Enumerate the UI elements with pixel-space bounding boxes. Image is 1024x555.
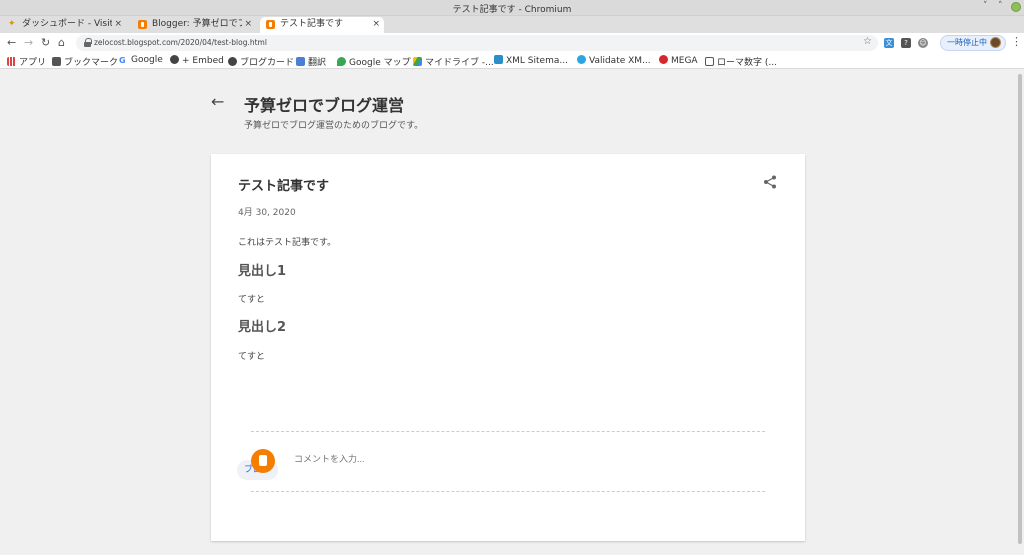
post-date[interactable]: 4月 30, 2020	[238, 205, 296, 218]
back-arrow-icon[interactable]: ←	[211, 92, 224, 111]
share-icon[interactable]	[762, 174, 778, 190]
maps-pin-icon	[337, 57, 346, 66]
bookmark-label: Google マップ	[349, 58, 411, 68]
profile-avatar[interactable]	[990, 37, 1001, 48]
window-title: テスト記事です - Chromium	[452, 5, 572, 15]
blogger-icon	[266, 20, 275, 29]
bookmark-label: マイドライブ -...	[425, 58, 494, 68]
bookmark-label: + Embed	[182, 56, 224, 66]
globe-icon	[228, 57, 237, 66]
bookmark-validate-xml[interactable]: Validate XM...	[577, 55, 651, 66]
globe-icon	[170, 55, 179, 64]
bookmark-star-icon[interactable]: ☆	[863, 36, 872, 47]
blog-title[interactable]: 予算ゼロでブログ運営	[244, 92, 404, 116]
home-icon[interactable]: ⌂	[58, 36, 65, 49]
browser-toolbar: ← → ↻ ⌂ zelocost.blogspot.com/2020/04/te…	[0, 33, 1024, 53]
globe-icon	[577, 55, 586, 64]
page-content: ← 予算ゼロでブログ運営 予算ゼロでブログ運営のためのブログです。 テスト記事で…	[0, 70, 1016, 555]
translate-extension-icon[interactable]: 文	[884, 38, 894, 48]
close-window-button[interactable]	[1011, 2, 1021, 12]
spark-icon: ✦	[8, 19, 16, 29]
post-heading-2: 見出し2	[238, 320, 287, 335]
doc-icon	[705, 57, 714, 66]
window-titlebar: テスト記事です - Chromium ˅ ˄	[0, 0, 1024, 16]
blogger-icon	[138, 20, 147, 29]
bookmark-label: アプリ	[19, 58, 47, 68]
blog-description: 予算ゼロでブログ運営のためのブログです。	[244, 121, 424, 131]
folder-icon	[52, 57, 61, 66]
bookmark-maps[interactable]: Google マップ	[337, 55, 411, 68]
bookmark-label: ブックマーク	[64, 58, 119, 68]
bookmark-roman-numerals[interactable]: ローマ数字 (...	[705, 55, 777, 68]
bookmark-label: Validate XM...	[589, 56, 651, 66]
translate-icon	[296, 57, 305, 66]
divider	[251, 491, 765, 492]
comment-input[interactable]	[294, 454, 594, 464]
scrollbar-thumb[interactable]	[1018, 74, 1022, 544]
tab-dashboard[interactable]: ✦ ダッシュボード - Visitors ×	[2, 17, 126, 33]
tab-close-icon[interactable]: ×	[244, 17, 252, 32]
bookmark-label: ブログカード	[240, 58, 295, 68]
bookmark-label: Google	[131, 55, 163, 65]
bookmark-folder[interactable]: ブックマーク	[52, 55, 118, 68]
forward-arrow-icon[interactable]: →	[24, 36, 33, 49]
help-extension-icon[interactable]: ?	[901, 38, 911, 48]
bookmark-label: MEGA	[671, 56, 698, 66]
page-scrollbar[interactable]	[1016, 70, 1024, 555]
bookmark-drive[interactable]: マイドライブ -...	[413, 55, 494, 68]
drive-icon	[413, 57, 422, 66]
post-text-2: てすと	[238, 352, 266, 362]
bookmark-label: XML Sitema...	[506, 56, 568, 66]
post-title: テスト記事です	[238, 179, 330, 194]
post-text-1: てすと	[238, 295, 266, 305]
post-intro: これはテスト記事です。	[238, 238, 337, 248]
menu-kebab-icon[interactable]: ⋮	[1011, 35, 1022, 48]
tab-blogger[interactable]: Blogger: 予算ゼロでブログ ×	[132, 17, 256, 33]
bookmark-translate[interactable]: 翻訳	[296, 55, 326, 68]
post-heading-1: 見出し1	[238, 264, 287, 279]
mega-icon	[659, 55, 668, 64]
bookmark-label: ローマ数字 (...	[717, 58, 777, 68]
back-arrow-icon[interactable]: ←	[7, 36, 16, 49]
post-card: テスト記事です 4月 30, 2020 これはテスト記事です。 見出し1 てすと…	[211, 154, 805, 541]
tab-label: Blogger: 予算ゼロでブログ	[152, 19, 242, 29]
bookmark-mega[interactable]: MEGA	[659, 55, 698, 66]
lock-icon	[84, 38, 92, 47]
divider	[251, 431, 765, 432]
reload-icon[interactable]: ↻	[41, 36, 50, 49]
bookmark-apps[interactable]: アプリ	[7, 55, 46, 68]
tab-label: テスト記事です	[280, 19, 344, 29]
bookmark-label: 翻訳	[308, 58, 327, 68]
bookmarks-bar: アプリ ブックマーク G Google + Embed ブログカード 翻訳 Goo…	[0, 53, 1024, 69]
google-icon: G	[119, 56, 128, 65]
minimize-button[interactable]: ˅	[983, 1, 988, 11]
tab-test-post[interactable]: テスト記事です ×	[260, 17, 384, 33]
bookmark-embed[interactable]: + Embed	[170, 55, 224, 66]
extension-icon[interactable]: ☺	[918, 38, 928, 48]
tab-close-icon[interactable]: ×	[114, 17, 122, 32]
address-bar[interactable]: zelocost.blogspot.com/2020/04/test-blog.…	[76, 35, 878, 51]
bookmark-xml-sitemap[interactable]: XML Sitema...	[494, 55, 568, 66]
bookmark-blogcard[interactable]: ブログカード	[228, 55, 294, 68]
maximize-button[interactable]: ˄	[998, 1, 1003, 11]
url-text[interactable]: zelocost.blogspot.com/2020/04/test-blog.…	[94, 38, 267, 47]
tab-close-icon[interactable]: ×	[372, 17, 380, 32]
sync-paused-label: 一時停止中	[947, 38, 987, 47]
tab-label: ダッシュボード - Visitors	[22, 19, 112, 29]
blogger-icon	[251, 449, 275, 473]
bookmark-google[interactable]: G Google	[119, 55, 163, 65]
chart-icon	[494, 55, 503, 64]
tab-strip: ✦ ダッシュボード - Visitors × Blogger: 予算ゼロでブログ…	[0, 16, 1024, 46]
apps-grid-icon	[7, 57, 16, 66]
